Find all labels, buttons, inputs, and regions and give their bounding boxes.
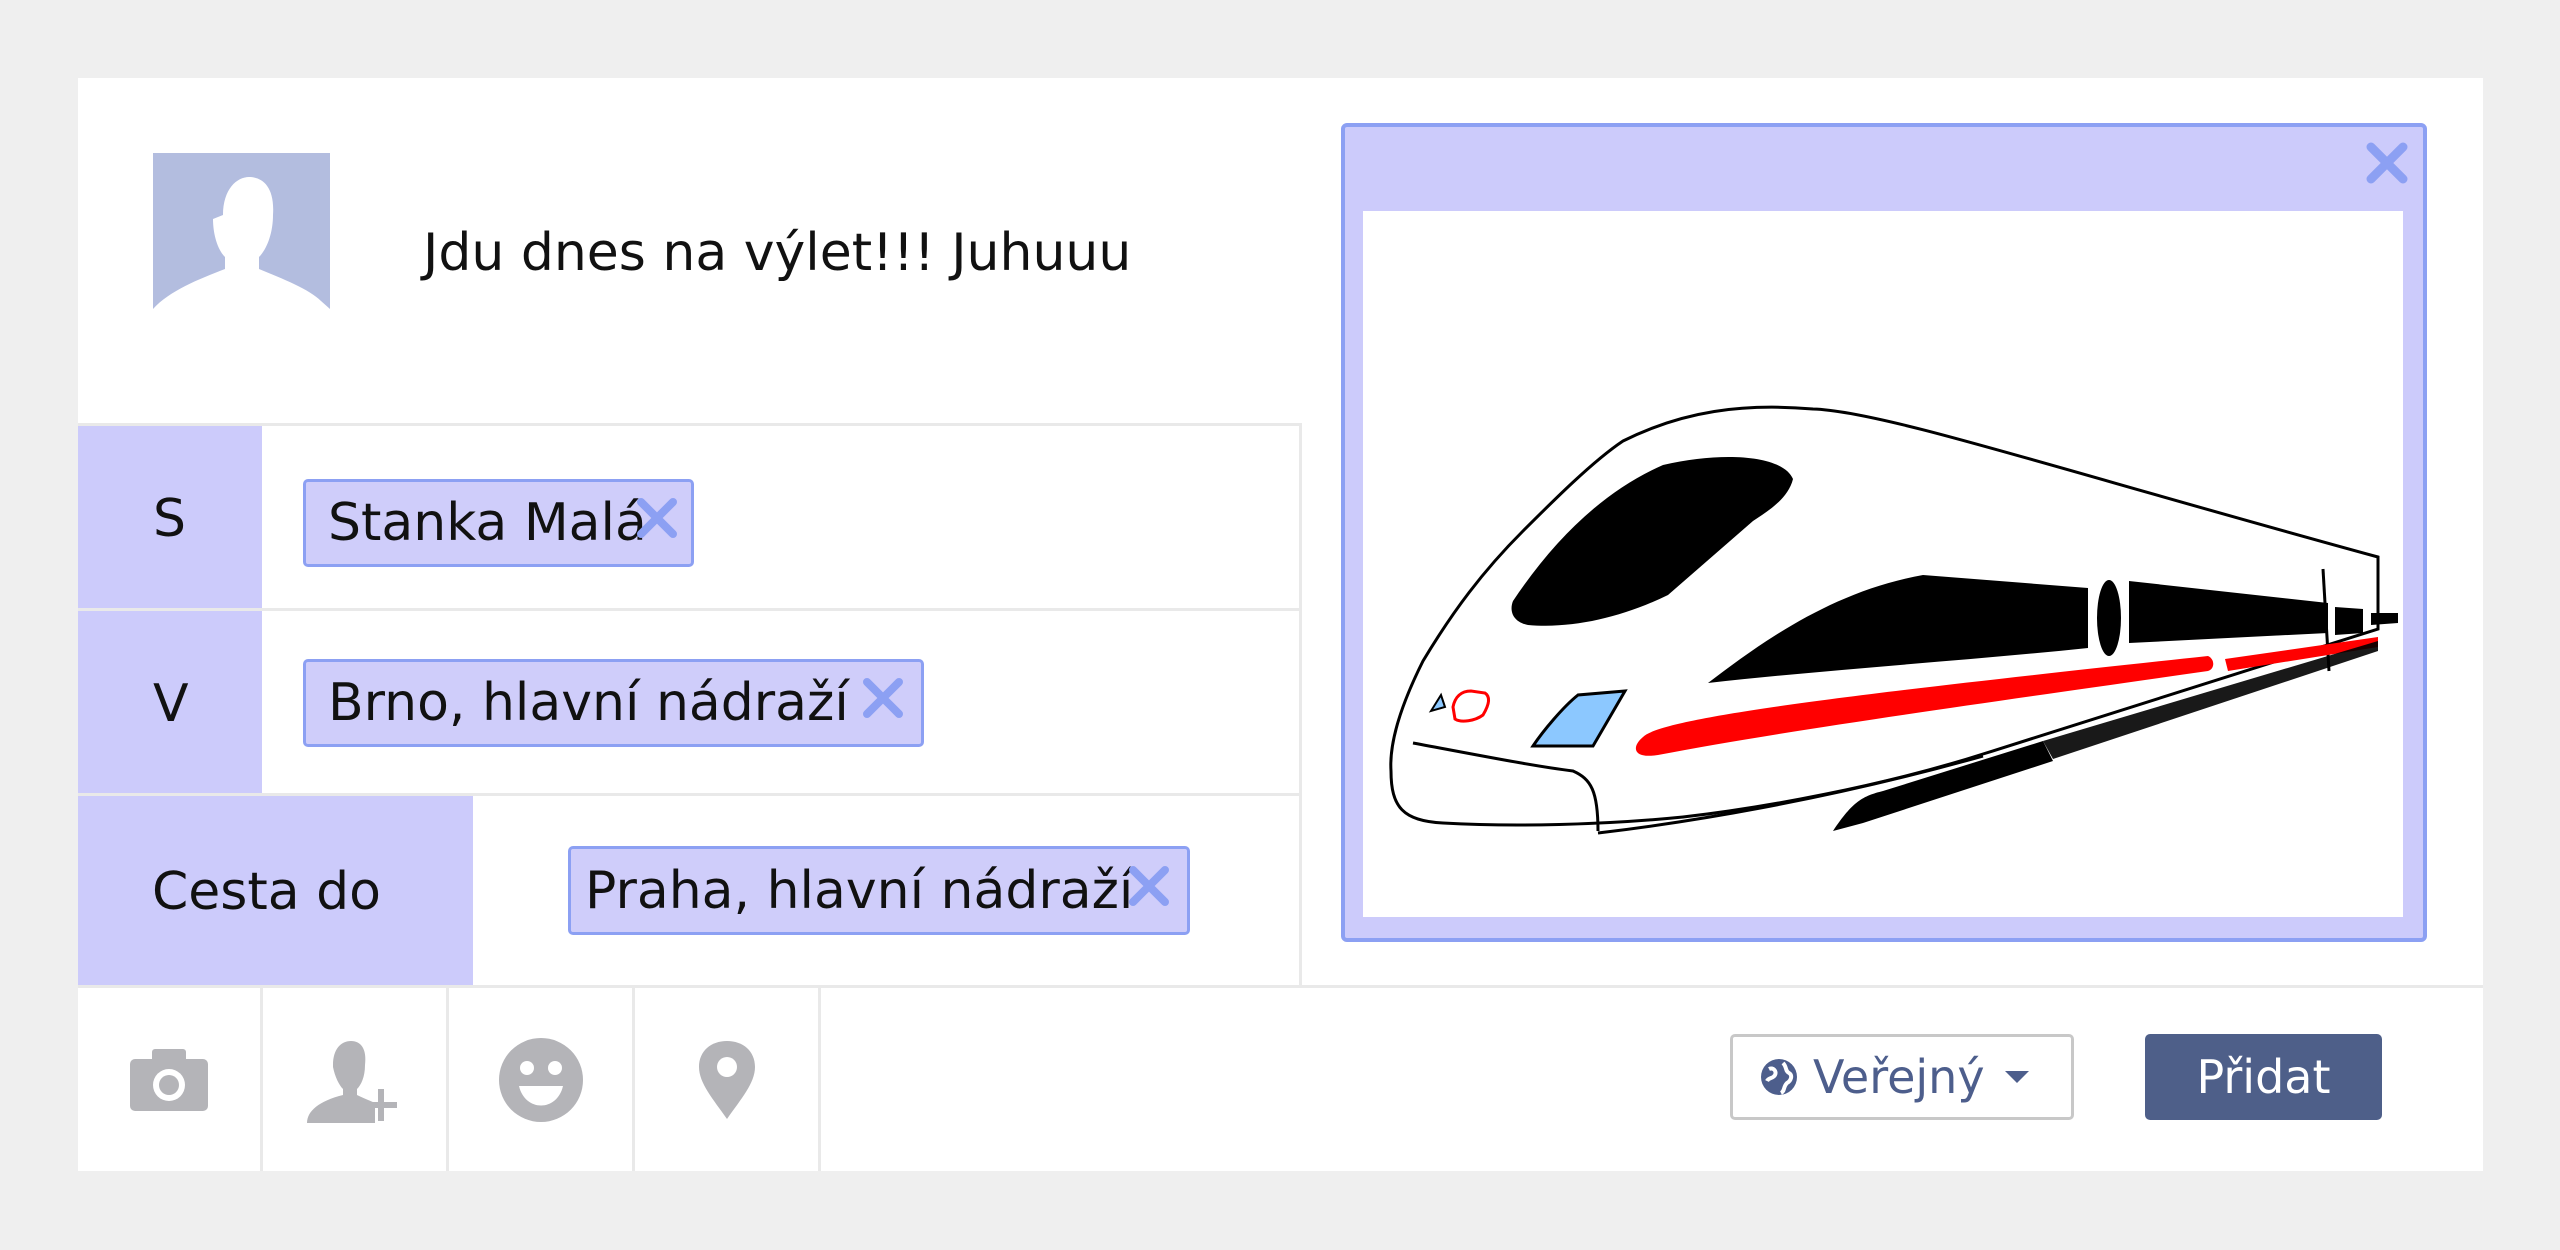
location-chip-text: Brno, hlavní nádraží — [328, 673, 849, 733]
photo-canvas — [1363, 211, 2403, 917]
camera-icon — [130, 1048, 208, 1111]
with-row: S Stanka Malá — [78, 423, 1300, 611]
trip-destination-chip-text: Praha, hlavní nádraží — [585, 860, 1134, 921]
with-label: S — [78, 426, 262, 611]
person-silhouette-icon — [153, 177, 330, 330]
remove-chip-icon[interactable] — [1127, 861, 1171, 921]
remove-chip-icon[interactable] — [861, 673, 905, 733]
trip-label: Cesta do — [78, 796, 473, 988]
remove-chip-icon[interactable] — [635, 493, 679, 553]
tag-friend-icon — [306, 1040, 397, 1123]
composer-toolbar: Veřejný Přidat — [78, 985, 2483, 1171]
train-image — [1389, 405, 2398, 835]
close-icon[interactable] — [2365, 141, 2409, 189]
chevron-down-icon — [2003, 1069, 2031, 1085]
with-chip[interactable]: Stanka Malá — [303, 479, 694, 567]
check-in-button[interactable] — [635, 988, 821, 1171]
location-label: V — [78, 611, 262, 796]
photo-attachment — [1341, 123, 2427, 942]
smiley-icon — [498, 1037, 583, 1122]
submit-post-button[interactable]: Přidat — [2145, 1034, 2382, 1120]
location-chip[interactable]: Brno, hlavní nádraží — [303, 659, 924, 747]
feeling-button[interactable] — [449, 988, 635, 1171]
post-status-text[interactable]: Jdu dnes na výlet!!! Juhuuu — [423, 223, 1131, 283]
location-row: V Brno, hlavní nádraží — [78, 608, 1300, 796]
fields-divider — [1299, 423, 1302, 985]
avatar — [153, 153, 330, 330]
add-photo-button[interactable] — [78, 988, 263, 1171]
tag-friend-button[interactable] — [263, 988, 449, 1171]
privacy-dropdown[interactable]: Veřejný — [1730, 1034, 2074, 1120]
with-chip-text: Stanka Malá — [328, 493, 647, 553]
location-pin-icon — [698, 1040, 755, 1119]
trip-row: Cesta do Praha, hlavní nádraží — [78, 793, 1300, 988]
privacy-label: Veřejný — [1813, 1050, 1985, 1104]
post-composer: Jdu dnes na výlet!!! Juhuuu S Stanka Mal… — [78, 78, 2483, 1171]
trip-destination-chip[interactable]: Praha, hlavní nádraží — [568, 846, 1190, 935]
globe-icon — [1759, 1057, 1799, 1097]
